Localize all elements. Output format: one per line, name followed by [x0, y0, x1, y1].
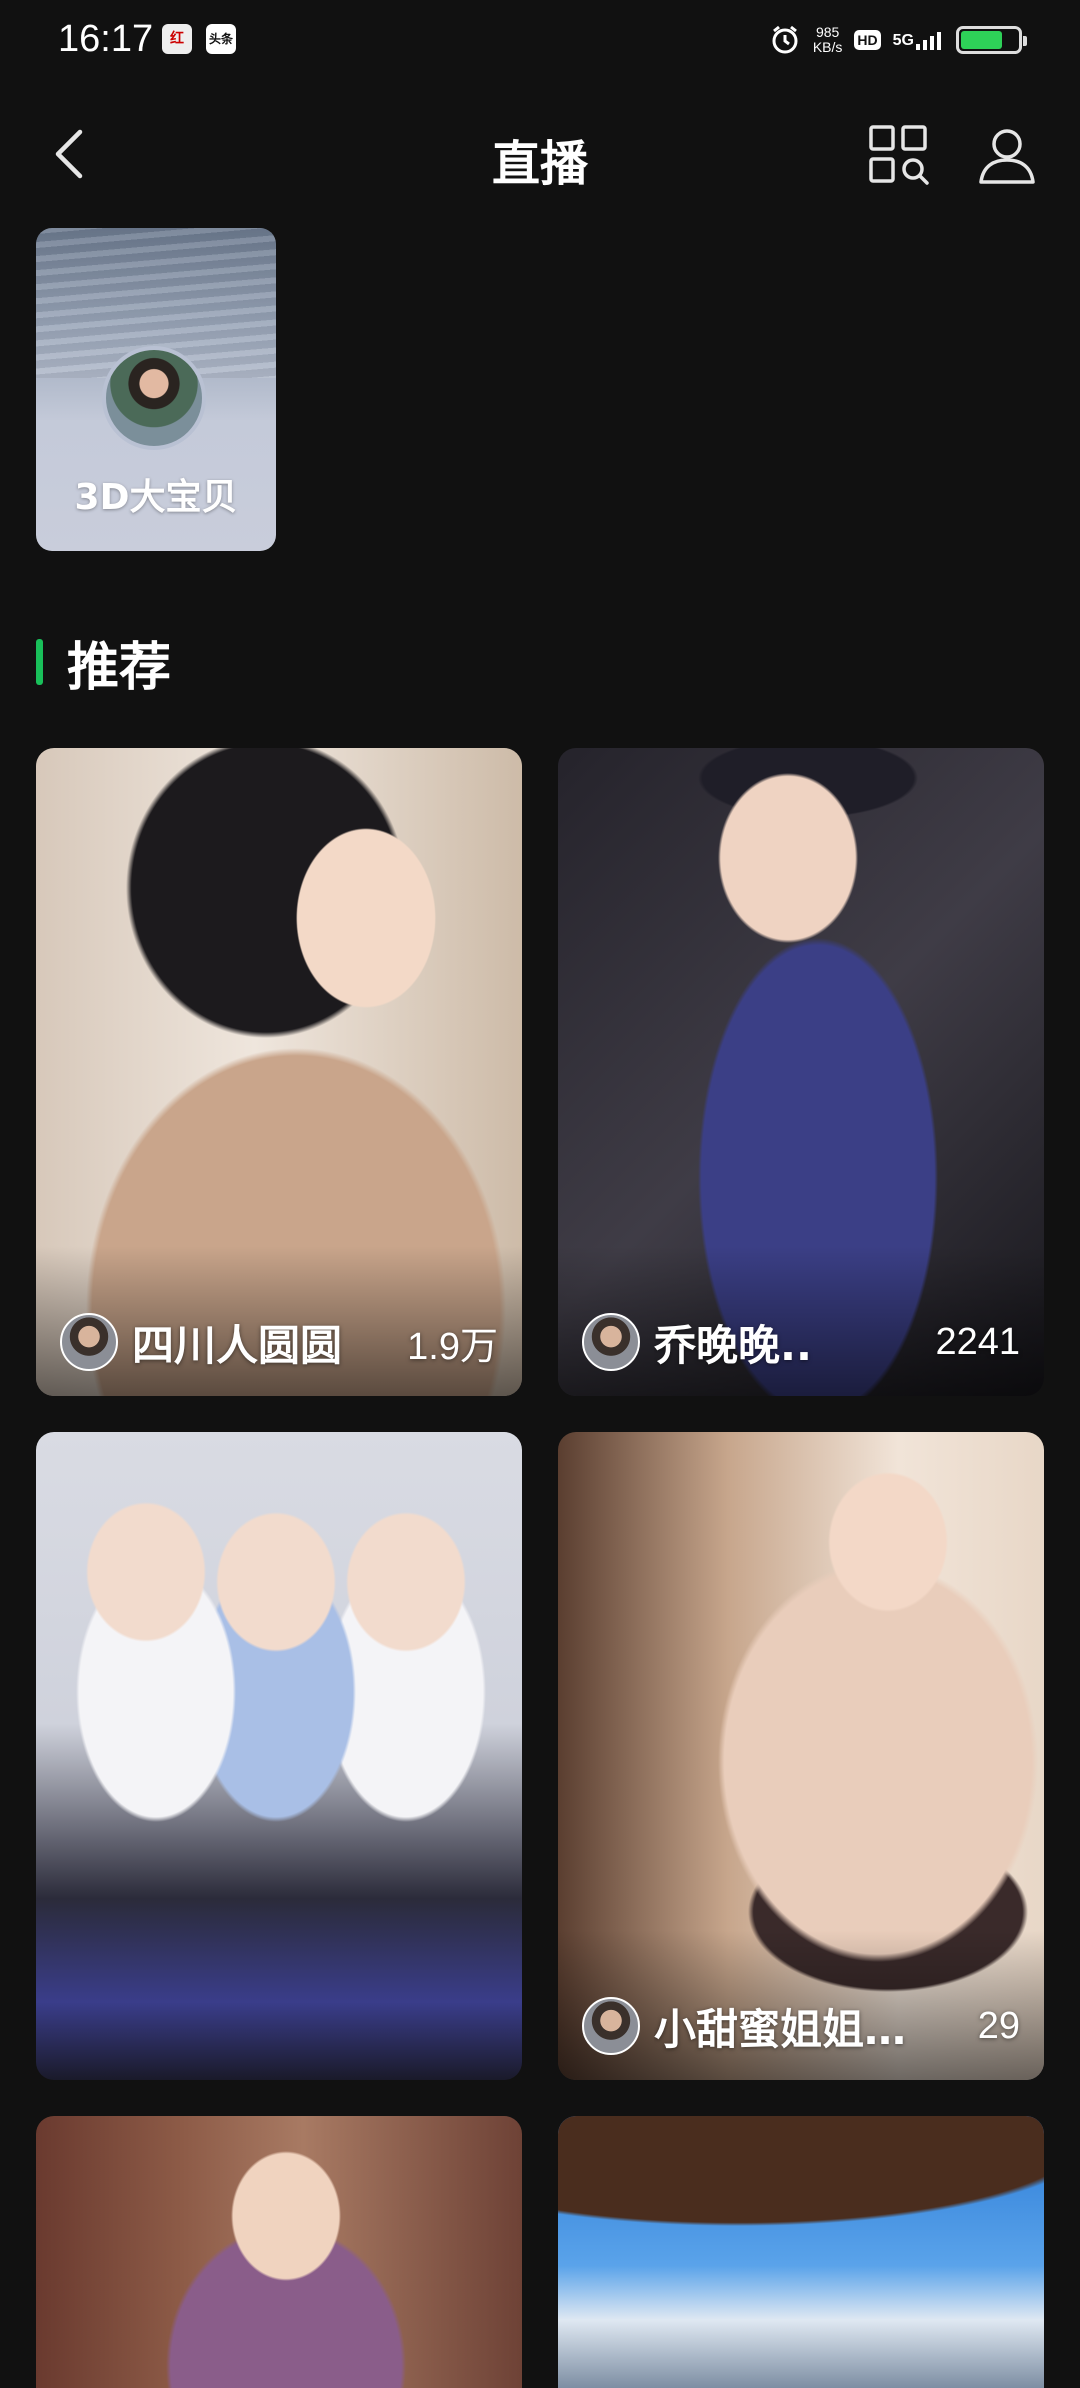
avatar — [582, 1997, 640, 2055]
alarm-icon — [772, 25, 798, 54]
notification-app-icon: 红 — [162, 24, 192, 54]
hd-badge: HD — [854, 30, 881, 50]
stream-card[interactable] — [36, 2116, 522, 2388]
status-time: 16:17 — [58, 18, 154, 60]
stream-card[interactable]: 乔晚晚.. 2241 — [558, 748, 1044, 1396]
status-bar: 16:17 红 头条 985 KB/s HD 5G — [0, 0, 1080, 80]
following-streamer-card[interactable]: 3D大宝贝 — [36, 228, 276, 551]
stream-card[interactable] — [36, 1432, 522, 2080]
scan-button[interactable] — [866, 122, 932, 188]
section-header: 推荐 — [36, 632, 171, 698]
avatar — [102, 346, 206, 450]
viewer-count: 29 — [977, 2004, 1020, 2047]
section-accent-bar — [36, 639, 43, 685]
avatar — [582, 1313, 640, 1371]
stream-thumbnail — [36, 2116, 522, 2388]
network-speed-unit: KB/s — [812, 39, 843, 55]
battery-icon — [956, 26, 1027, 54]
network-speed: 985 KB/s — [813, 25, 843, 55]
stream-card[interactable]: 小甜蜜姐姐… 29 — [558, 1432, 1044, 2080]
viewer-count: 1.9万 — [407, 1325, 498, 1368]
top-bar: 直播 — [0, 110, 1080, 200]
signal-bars-icon — [916, 32, 941, 50]
streamer-name: 四川人圆圆 — [132, 1320, 343, 1370]
qr-search-icon — [869, 125, 929, 185]
person-icon — [979, 129, 1035, 184]
stream-card[interactable] — [558, 2116, 1044, 2388]
stream-thumbnail — [558, 2116, 1044, 2388]
network-speed-value: 985 — [815, 24, 840, 40]
news-app-icon: 头条 — [206, 24, 236, 54]
stream-thumbnail — [36, 1432, 522, 2080]
streamer-name: 3D大宝贝 — [74, 477, 238, 518]
viewer-count: 2241 — [935, 1320, 1020, 1363]
avatar — [60, 1313, 118, 1371]
network-type: 5G — [892, 32, 914, 49]
section-title: 推荐 — [67, 637, 172, 698]
streamer-name: 乔晚晚.. — [654, 1320, 812, 1370]
signal-indicator: 5G — [893, 30, 944, 50]
profile-button[interactable] — [974, 122, 1040, 188]
battery-level — [961, 31, 1002, 49]
streamer-name: 小甜蜜姐姐… — [654, 2004, 907, 2054]
stream-card[interactable]: 四川人圆圆 1.9万 — [36, 748, 522, 1396]
